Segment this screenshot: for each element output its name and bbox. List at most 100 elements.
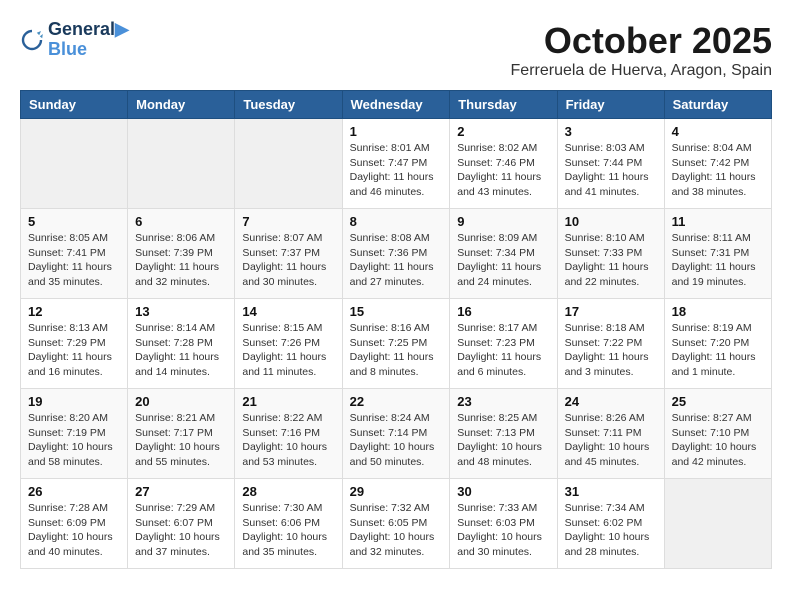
week-row-4: 19Sunrise: 8:20 AM Sunset: 7:19 PM Dayli… [21,389,772,479]
day-number: 24 [565,394,657,409]
calendar-cell: 31 Sunrise: 7:34 AM Sunset: 6:02 PM Dayli… [557,479,664,569]
calendar-cell: 24 Sunrise: 8:26 AM Sunset: 7:11 PM Dayli… [557,389,664,479]
calendar-cell: 16 Sunrise: 8:17 AM Sunset: 7:23 PM Dayli… [450,299,557,389]
day-info: Sunrise: 8:10 AM Sunset: 7:33 PM Dayligh… [565,231,657,290]
weekday-header-friday: Friday [557,91,664,119]
calendar-cell: 8 Sunrise: 8:08 AM Sunset: 7:36 PM Daylig… [342,209,450,299]
logo: General▶ Blue [20,20,129,60]
day-number: 23 [457,394,549,409]
day-number: 10 [565,214,657,229]
day-info: Sunrise: 7:33 AM Sunset: 6:03 PM Dayligh… [457,501,549,560]
week-row-3: 12 Sunrise: 8:13 AM Sunset: 7:29 PM Dayli… [21,299,772,389]
day-info: Sunrise: 8:16 AM Sunset: 7:25 PM Dayligh… [350,321,443,380]
calendar-cell: 13 Sunrise: 8:14 AM Sunset: 7:28 PM Dayli… [128,299,235,389]
day-number: 2 [457,124,549,139]
day-info: Sunrise: 8:14 AM Sunset: 7:28 PM Dayligh… [135,321,227,380]
day-info: Sunrise: 8:03 AM Sunset: 7:44 PM Dayligh… [565,141,657,200]
day-number: 21 [242,394,334,409]
day-info: Sunrise: 8:18 AM Sunset: 7:22 PM Dayligh… [565,321,657,380]
calendar-cell: 7Sunrise: 8:07 AM Sunset: 7:37 PM Daylig… [235,209,342,299]
logo-icon [20,28,44,52]
day-number: 27 [135,484,227,499]
day-info: Sunrise: 8:15 AM Sunset: 7:26 PM Dayligh… [242,321,334,380]
day-number: 18 [672,304,764,319]
calendar-cell: 2Sunrise: 8:02 AM Sunset: 7:46 PM Daylig… [450,119,557,209]
title-block: October 2025 Ferreruela de Huerva, Arago… [511,20,772,80]
logo-text: General▶ Blue [48,20,129,60]
week-row-1: 1Sunrise: 8:01 AM Sunset: 7:47 PM Daylig… [21,119,772,209]
calendar-cell: 3 Sunrise: 8:03 AM Sunset: 7:44 PM Daylig… [557,119,664,209]
calendar-table: SundayMondayTuesdayWednesdayThursdayFrid… [20,90,772,569]
day-info: Sunrise: 7:30 AM Sunset: 6:06 PM Dayligh… [242,501,334,560]
day-info: Sunrise: 8:22 AM Sunset: 7:16 PM Dayligh… [242,411,334,470]
day-info: Sunrise: 8:25 AM Sunset: 7:13 PM Dayligh… [457,411,549,470]
day-number: 25 [672,394,764,409]
day-number: 30 [457,484,549,499]
calendar-cell [128,119,235,209]
day-number: 28 [242,484,334,499]
weekday-header-sunday: Sunday [21,91,128,119]
day-number: 8 [350,214,443,229]
weekday-header-row: SundayMondayTuesdayWednesdayThursdayFrid… [21,91,772,119]
page-header: General▶ Blue October 2025 Ferreruela de… [20,20,772,80]
weekday-header-tuesday: Tuesday [235,91,342,119]
day-info: Sunrise: 8:01 AM Sunset: 7:47 PM Dayligh… [350,141,443,200]
day-info: Sunrise: 8:07 AM Sunset: 7:37 PM Dayligh… [242,231,334,290]
day-number: 3 [565,124,657,139]
calendar-cell: 5 Sunrise: 8:05 AM Sunset: 7:41 PM Daylig… [21,209,128,299]
day-info: Sunrise: 8:24 AM Sunset: 7:14 PM Dayligh… [350,411,443,470]
day-number: 5 [28,214,120,229]
day-number: 12 [28,304,120,319]
day-info: Sunrise: 7:32 AM Sunset: 6:05 PM Dayligh… [350,501,443,560]
day-number: 20 [135,394,227,409]
day-info: Sunrise: 8:08 AM Sunset: 7:36 PM Dayligh… [350,231,443,290]
calendar-cell: 21 Sunrise: 8:22 AM Sunset: 7:16 PM Dayli… [235,389,342,479]
day-info: Sunrise: 8:06 AM Sunset: 7:39 PM Dayligh… [135,231,227,290]
day-info: Sunrise: 8:21 AM Sunset: 7:17 PM Dayligh… [135,411,227,470]
day-info: Sunrise: 7:28 AM Sunset: 6:09 PM Dayligh… [28,501,120,560]
calendar-cell: 17 Sunrise: 8:18 AM Sunset: 7:22 PM Dayli… [557,299,664,389]
day-info: Sunrise: 8:17 AM Sunset: 7:23 PM Dayligh… [457,321,549,380]
calendar-cell [235,119,342,209]
calendar-cell: 26Sunrise: 7:28 AM Sunset: 6:09 PM Dayli… [21,479,128,569]
day-number: 31 [565,484,657,499]
weekday-header-monday: Monday [128,91,235,119]
day-info: Sunrise: 7:29 AM Sunset: 6:07 PM Dayligh… [135,501,227,560]
calendar-cell: 30 Sunrise: 7:33 AM Sunset: 6:03 PM Dayli… [450,479,557,569]
day-number: 9 [457,214,549,229]
day-info: Sunrise: 8:20 AM Sunset: 7:19 PM Dayligh… [28,411,120,470]
weekday-header-saturday: Saturday [664,91,771,119]
day-info: Sunrise: 8:13 AM Sunset: 7:29 PM Dayligh… [28,321,120,380]
day-info: Sunrise: 8:04 AM Sunset: 7:42 PM Dayligh… [672,141,764,200]
calendar-cell: 4 Sunrise: 8:04 AM Sunset: 7:42 PM Daylig… [664,119,771,209]
calendar-cell: 10 Sunrise: 8:10 AM Sunset: 7:33 PM Dayli… [557,209,664,299]
day-info: Sunrise: 8:27 AM Sunset: 7:10 PM Dayligh… [672,411,764,470]
calendar-cell [21,119,128,209]
calendar-cell: 28 Sunrise: 7:30 AM Sunset: 6:06 PM Dayli… [235,479,342,569]
day-info: Sunrise: 7:34 AM Sunset: 6:02 PM Dayligh… [565,501,657,560]
calendar-cell: 14 Sunrise: 8:15 AM Sunset: 7:26 PM Dayli… [235,299,342,389]
day-info: Sunrise: 8:05 AM Sunset: 7:41 PM Dayligh… [28,231,120,290]
day-number: 17 [565,304,657,319]
day-number: 15 [350,304,443,319]
calendar-cell: 18 Sunrise: 8:19 AM Sunset: 7:20 PM Dayli… [664,299,771,389]
day-number: 14 [242,304,334,319]
day-number: 4 [672,124,764,139]
calendar-cell: 12 Sunrise: 8:13 AM Sunset: 7:29 PM Dayli… [21,299,128,389]
day-number: 29 [350,484,443,499]
day-info: Sunrise: 8:11 AM Sunset: 7:31 PM Dayligh… [672,231,764,290]
day-info: Sunrise: 8:26 AM Sunset: 7:11 PM Dayligh… [565,411,657,470]
day-number: 16 [457,304,549,319]
day-number: 6 [135,214,227,229]
day-info: Sunrise: 8:09 AM Sunset: 7:34 PM Dayligh… [457,231,549,290]
day-number: 13 [135,304,227,319]
calendar-cell: 19Sunrise: 8:20 AM Sunset: 7:19 PM Dayli… [21,389,128,479]
calendar-cell: 9 Sunrise: 8:09 AM Sunset: 7:34 PM Daylig… [450,209,557,299]
month-title: October 2025 [511,20,772,62]
calendar-cell: 22Sunrise: 8:24 AM Sunset: 7:14 PM Dayli… [342,389,450,479]
week-row-5: 26Sunrise: 7:28 AM Sunset: 6:09 PM Dayli… [21,479,772,569]
calendar-cell: 11Sunrise: 8:11 AM Sunset: 7:31 PM Dayli… [664,209,771,299]
day-info: Sunrise: 8:19 AM Sunset: 7:20 PM Dayligh… [672,321,764,380]
weekday-header-wednesday: Wednesday [342,91,450,119]
calendar-cell: 1Sunrise: 8:01 AM Sunset: 7:47 PM Daylig… [342,119,450,209]
